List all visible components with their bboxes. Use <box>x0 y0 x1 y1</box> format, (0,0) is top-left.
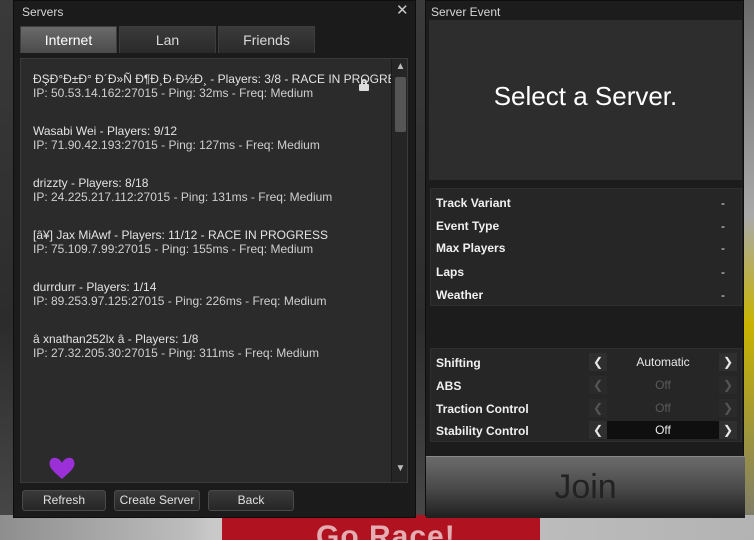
create-server-button[interactable]: Create Server <box>114 490 200 511</box>
join-button[interactable]: Join <box>426 456 745 518</box>
server-list-scrollbar[interactable]: ▲ ▼ <box>391 59 407 482</box>
info-value-track-variant: - <box>721 196 725 210</box>
server-list-item[interactable]: durrdurr - Players: 1/14 IP: 89.253.97.1… <box>33 280 327 308</box>
refresh-button[interactable]: Refresh <box>22 490 106 511</box>
close-icon[interactable]: ✕ <box>396 1 409 19</box>
assist-label-abs: ABS <box>436 379 462 393</box>
abs-prev-icon: ❮ <box>589 376 607 394</box>
tab-internet[interactable]: Internet <box>20 26 117 53</box>
servers-panel: Servers ✕ Internet Lan Friends ÐŞÐ°Ð±Ð° … <box>13 0 416 518</box>
assist-label-traction-control: Traction Control <box>436 402 529 416</box>
assist-value-stability-control: Off <box>607 421 719 439</box>
server-info: IP: 27.32.205.30:27015 - Ping: 311ms - F… <box>33 346 319 360</box>
tab-lan[interactable]: Lan <box>119 26 216 53</box>
event-hero: Select a Server. <box>429 20 742 180</box>
server-info: IP: 50.53.14.162:27015 - Ping: 32ms - Fr… <box>33 86 314 100</box>
abs-next-icon: ❯ <box>719 376 737 394</box>
assist-value-abs: Off <box>655 378 671 392</box>
server-list-item[interactable]: [â¥] Jax MiAwf - Players: 11/12 - RACE I… <box>33 228 328 256</box>
event-info-box: Track Variant - Event Type - Max Players… <box>430 188 742 306</box>
server-name: Wasabi Wei - Players: 9/12 <box>33 124 178 138</box>
background-banner: Go Race! <box>222 515 540 540</box>
heart-icon <box>49 457 75 479</box>
server-event-title: Server Event <box>431 5 501 19</box>
info-label-track-variant: Track Variant <box>436 196 511 210</box>
info-label-max-players: Max Players <box>436 241 506 255</box>
info-label-event-type: Event Type <box>436 219 500 233</box>
traction-next-icon: ❯ <box>719 399 737 417</box>
scroll-down-icon[interactable]: ▼ <box>392 463 407 477</box>
server-list-item[interactable]: ÐŞÐ°Ð±Ð° Ð´Ð»Ñ Ð¶Ð¸Ð·Ð½Ð¸ - Players: 3/8… <box>33 72 408 100</box>
scroll-thumb[interactable] <box>395 77 406 132</box>
server-list: ÐŞÐ°Ð±Ð° Ð´Ð»Ñ Ð¶Ð¸Ð·Ð½Ð¸ - Players: 3/8… <box>20 58 408 483</box>
info-value-event-type: - <box>721 219 725 233</box>
stability-prev-icon[interactable]: ❮ <box>589 421 607 439</box>
assist-value-traction-control: Off <box>655 401 671 415</box>
lock-icon <box>359 79 369 91</box>
background-edge <box>744 0 754 540</box>
server-name: drizzty - Players: 8/18 <box>33 176 149 190</box>
info-value-max-players: - <box>721 241 725 255</box>
server-info: IP: 71.90.42.193:27015 - Ping: 127ms - F… <box>33 138 320 152</box>
server-name: [â¥] Jax MiAwf - Players: 11/12 - RACE I… <box>33 228 328 242</box>
assist-value-shifting: Automatic <box>636 355 690 369</box>
info-value-laps: - <box>721 265 725 279</box>
back-button[interactable]: Back <box>208 490 294 511</box>
server-list-item[interactable]: Wasabi Wei - Players: 9/12 IP: 71.90.42.… <box>33 124 320 152</box>
tab-friends[interactable]: Friends <box>218 26 315 53</box>
server-name: durrdurr - Players: 1/14 <box>33 280 157 294</box>
servers-panel-title: Servers <box>22 5 64 19</box>
traction-prev-icon: ❮ <box>589 399 607 417</box>
assist-label-stability-control: Stability Control <box>436 424 529 438</box>
server-info: IP: 24.225.217.112:27015 - Ping: 131ms -… <box>33 190 333 204</box>
assists-box: Shifting ❮ Automatic ❯ ABS ❮ Off ❯ Tract… <box>430 348 742 442</box>
server-name: â xnathan252lx â - Players: 1/8 <box>33 332 199 346</box>
shifting-next-icon[interactable]: ❯ <box>719 353 737 371</box>
info-label-weather: Weather <box>436 288 484 302</box>
shifting-prev-icon[interactable]: ❮ <box>589 353 607 371</box>
server-list-item[interactable]: drizzty - Players: 8/18 IP: 24.225.217.1… <box>33 176 332 204</box>
server-info: IP: 89.253.97.125:27015 - Ping: 226ms - … <box>33 294 327 308</box>
server-name: ÐŞÐ°Ð±Ð° Ð´Ð»Ñ Ð¶Ð¸Ð·Ð½Ð¸ - Players: 3/8… <box>33 72 408 86</box>
server-event-panel: Server Event Select a Server. Track Vari… <box>425 0 745 518</box>
info-label-laps: Laps <box>436 265 465 279</box>
server-list-item[interactable]: â xnathan252lx â - Players: 1/8 IP: 27.3… <box>33 332 319 360</box>
stability-next-icon[interactable]: ❯ <box>719 421 737 439</box>
scroll-up-icon[interactable]: ▲ <box>392 61 407 75</box>
info-value-weather: - <box>721 288 725 302</box>
server-info: IP: 75.109.7.99:27015 - Ping: 155ms - Fr… <box>33 242 314 256</box>
assist-label-shifting: Shifting <box>436 356 481 370</box>
event-heading: Select a Server. <box>493 81 678 111</box>
banner-text: Go Race! <box>316 520 456 540</box>
